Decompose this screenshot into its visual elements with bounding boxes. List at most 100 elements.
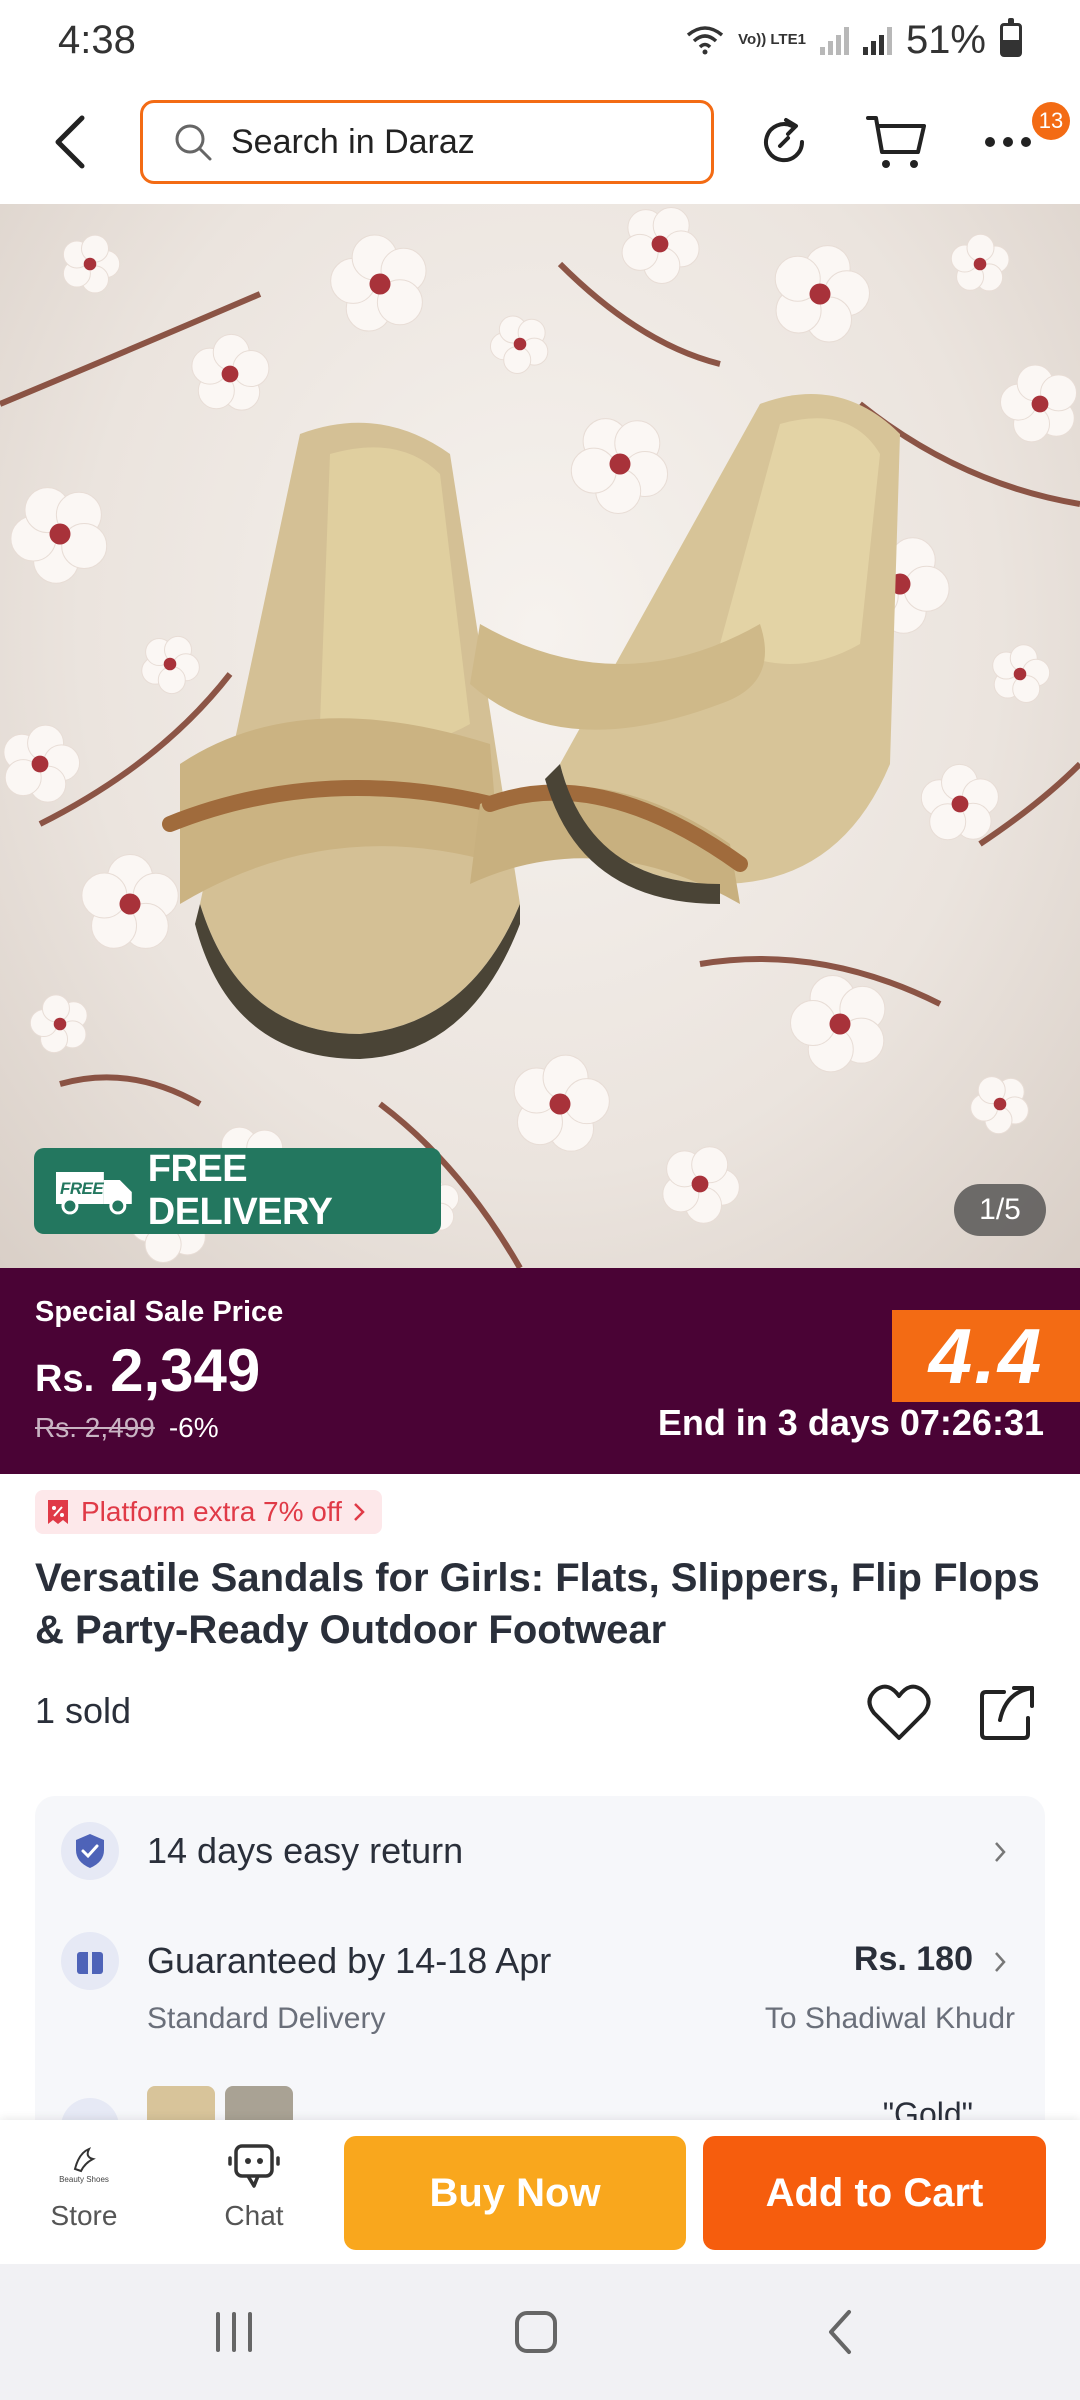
sale-label: Special Sale Price <box>35 1296 284 1328</box>
delivery-row[interactable]: Guaranteed by 14-18 Apr Standard Deliver… <box>35 1906 1045 2036</box>
campaign-tag: 4.4 <box>892 1310 1080 1402</box>
buy-now-button[interactable]: Buy Now <box>344 2136 686 2250</box>
blossom-petal <box>966 233 995 262</box>
signal-2-icon <box>862 25 892 55</box>
signal-1-icon <box>819 25 849 55</box>
refresh-button[interactable] <box>752 110 816 174</box>
image-counter: 1/5 <box>954 1184 1046 1236</box>
price-value: 2,349 <box>110 1337 261 1404</box>
return-shield-icon <box>61 1822 119 1880</box>
wishlist-button[interactable] <box>866 1682 932 1744</box>
chat-label: Chat <box>224 2200 284 2231</box>
delivery-type-text: Standard Delivery <box>147 2002 386 2035</box>
battery-fill <box>1003 39 1019 54</box>
recent-apps-button[interactable] <box>194 2300 274 2364</box>
sandal-right <box>470 394 900 904</box>
recent-apps-icon <box>216 2312 252 2352</box>
share-button[interactable] <box>976 1682 1038 1744</box>
original-price-row: Rs. 2,499 -6% <box>35 1412 219 1444</box>
blossom-center <box>221 365 239 383</box>
original-price: Rs. 2,499 <box>35 1412 155 1443</box>
search-icon <box>175 124 212 161</box>
current-price: Rs. 2,349 <box>35 1336 260 1405</box>
blossom-center <box>951 795 969 813</box>
battery-percent: 51% <box>905 17 986 62</box>
store-logo-text: Beauty Shoes <box>59 2174 109 2184</box>
blossom-center <box>513 337 527 351</box>
blossom-petal <box>790 1000 837 1047</box>
blossom-center <box>119 893 141 915</box>
chevron-right-icon <box>985 1942 1015 1982</box>
free-delivery-badge: FREE FREE DELIVERY <box>34 1148 441 1234</box>
blossom-center <box>369 273 391 295</box>
discount-percent: -6% <box>168 1412 219 1443</box>
cart-icon <box>866 116 926 168</box>
back-arrow-icon <box>55 115 85 169</box>
price-currency: Rs. <box>35 1358 95 1400</box>
blossom-petal <box>41 994 70 1023</box>
chevron-right-icon <box>985 1832 1015 1872</box>
chat-icon <box>228 2144 280 2188</box>
sold-count: 1 sold <box>35 1690 132 1731</box>
platform-discount-text: Platform extra 7% off <box>81 1496 342 1527</box>
heart-icon <box>867 1684 931 1740</box>
add-to-cart-button[interactable]: Add to Cart <box>703 2136 1046 2250</box>
blossoms <box>3 207 1078 1263</box>
blossom-petal <box>81 234 110 263</box>
battery-icon <box>1000 18 1022 57</box>
delivery-van-icon: FREE <box>55 1172 132 1215</box>
blossom-petal <box>563 1078 610 1125</box>
store-button[interactable]: Beauty Shoes Store <box>24 2134 144 2232</box>
wifi-icon <box>687 26 724 55</box>
blossom-center <box>549 1093 571 1115</box>
search-input[interactable]: Search in Daraz <box>140 100 714 184</box>
price-banner: Special Sale Price Rs. 2,349 Rs. 2,499 -… <box>0 1268 1080 1474</box>
product-title: Versatile Sandals for Girls: Flats, Slip… <box>35 1556 1040 1652</box>
blossom-center <box>53 1017 67 1031</box>
notification-badge: 13 <box>1032 102 1070 140</box>
product-image-gallery[interactable]: FREE FREE DELIVERY 1/5 <box>0 204 1080 1268</box>
delivery-guarantee-text: Guaranteed by 14-18 Apr <box>147 1940 552 1981</box>
blossom-petal <box>570 447 617 494</box>
blossom-petal <box>503 345 532 374</box>
delivery-box-icon <box>61 1932 119 1990</box>
system-back-button[interactable] <box>800 2300 880 2364</box>
blossom-center <box>49 523 71 545</box>
blossom-center <box>1031 395 1049 413</box>
chat-button[interactable]: Chat <box>194 2134 314 2232</box>
status-indicators: Vo)) LTE1 51% <box>686 18 1022 63</box>
sandal-left <box>162 422 520 1059</box>
home-button[interactable] <box>496 2300 576 2364</box>
service-info-card: 14 days easy return Guaranteed by 14-18 … <box>35 1796 1045 2126</box>
van-label: FREE <box>60 1179 104 1198</box>
back-button[interactable] <box>40 110 100 174</box>
return-policy-row[interactable]: 14 days easy return <box>35 1796 1045 1906</box>
blossom-petal <box>621 233 659 271</box>
blossom-center <box>829 1013 851 1035</box>
status-bar: 4:38 Vo)) LTE1 51% <box>0 0 1080 80</box>
system-back-icon <box>829 2310 851 2354</box>
store-label: Store <box>50 2200 118 2231</box>
blossom-petal <box>157 666 186 695</box>
more-button[interactable] <box>976 110 1040 174</box>
blossom-center <box>163 657 177 671</box>
return-policy-text: 14 days easy return <box>147 1830 464 1871</box>
blossom-petal <box>232 350 270 388</box>
blossom-center <box>691 1175 709 1193</box>
blossom-center <box>83 257 97 271</box>
cart-button[interactable] <box>864 110 928 174</box>
delivery-fee: Rs. 180 <box>853 1940 973 1978</box>
platform-discount-tag[interactable]: Platform extra 7% off <box>35 1490 382 1534</box>
countdown-timer: End in 3 days 07:26:31 <box>657 1402 1044 1443</box>
free-delivery-text: FREE DELIVERY <box>147 1148 333 1233</box>
system-navigation-bar <box>0 2264 1080 2400</box>
voucher-icon <box>48 1500 68 1524</box>
blossom-petal <box>81 872 128 919</box>
blossom-petal <box>903 565 950 612</box>
blossom-center <box>609 453 631 475</box>
blossom-center <box>993 1097 1007 1111</box>
blossom-center <box>1013 667 1027 681</box>
status-time: 4:38 <box>58 17 136 62</box>
blossom-center <box>31 755 49 773</box>
more-icon <box>985 137 1031 147</box>
